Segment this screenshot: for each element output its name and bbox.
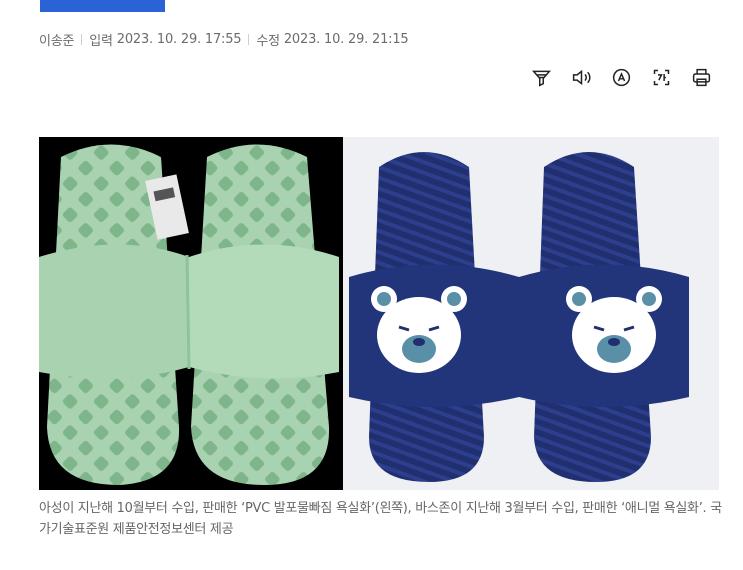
- filter-icon: [531, 70, 551, 87]
- print-icon: [692, 68, 710, 86]
- photo-caption: 아성이 지난해 10월부터 수입, 판매한 ‘PVC 발포물빠짐 욕실화’(왼쪽…: [39, 501, 722, 537]
- font-size-button[interactable]: [610, 66, 632, 88]
- speaker-icon: [572, 69, 591, 85]
- article-photo: [39, 137, 719, 490]
- divider: [81, 34, 83, 45]
- font-size-icon: [612, 68, 630, 86]
- modified-time: 2023. 10. 29. 21:15: [283, 32, 409, 47]
- input-time: 2023. 10. 29. 17:55: [116, 32, 242, 47]
- translate-icon: [653, 69, 669, 85]
- translate-button[interactable]: [650, 66, 672, 88]
- byline: 이송준 입력 2023. 10. 29. 17:55 수정 2023. 10. …: [39, 30, 409, 49]
- left-slippers-image: [39, 137, 343, 490]
- listen-button[interactable]: [570, 66, 592, 88]
- filter-button[interactable]: [530, 66, 552, 88]
- input-label: 입력: [89, 34, 113, 49]
- divider: [248, 34, 250, 45]
- author-name: 이송준: [39, 34, 75, 49]
- right-slippers-image: [343, 137, 719, 490]
- headline-highlight: [40, 0, 165, 12]
- modified-label: 수정: [256, 34, 280, 49]
- article-toolbar: [530, 66, 712, 88]
- print-button[interactable]: [690, 66, 712, 88]
